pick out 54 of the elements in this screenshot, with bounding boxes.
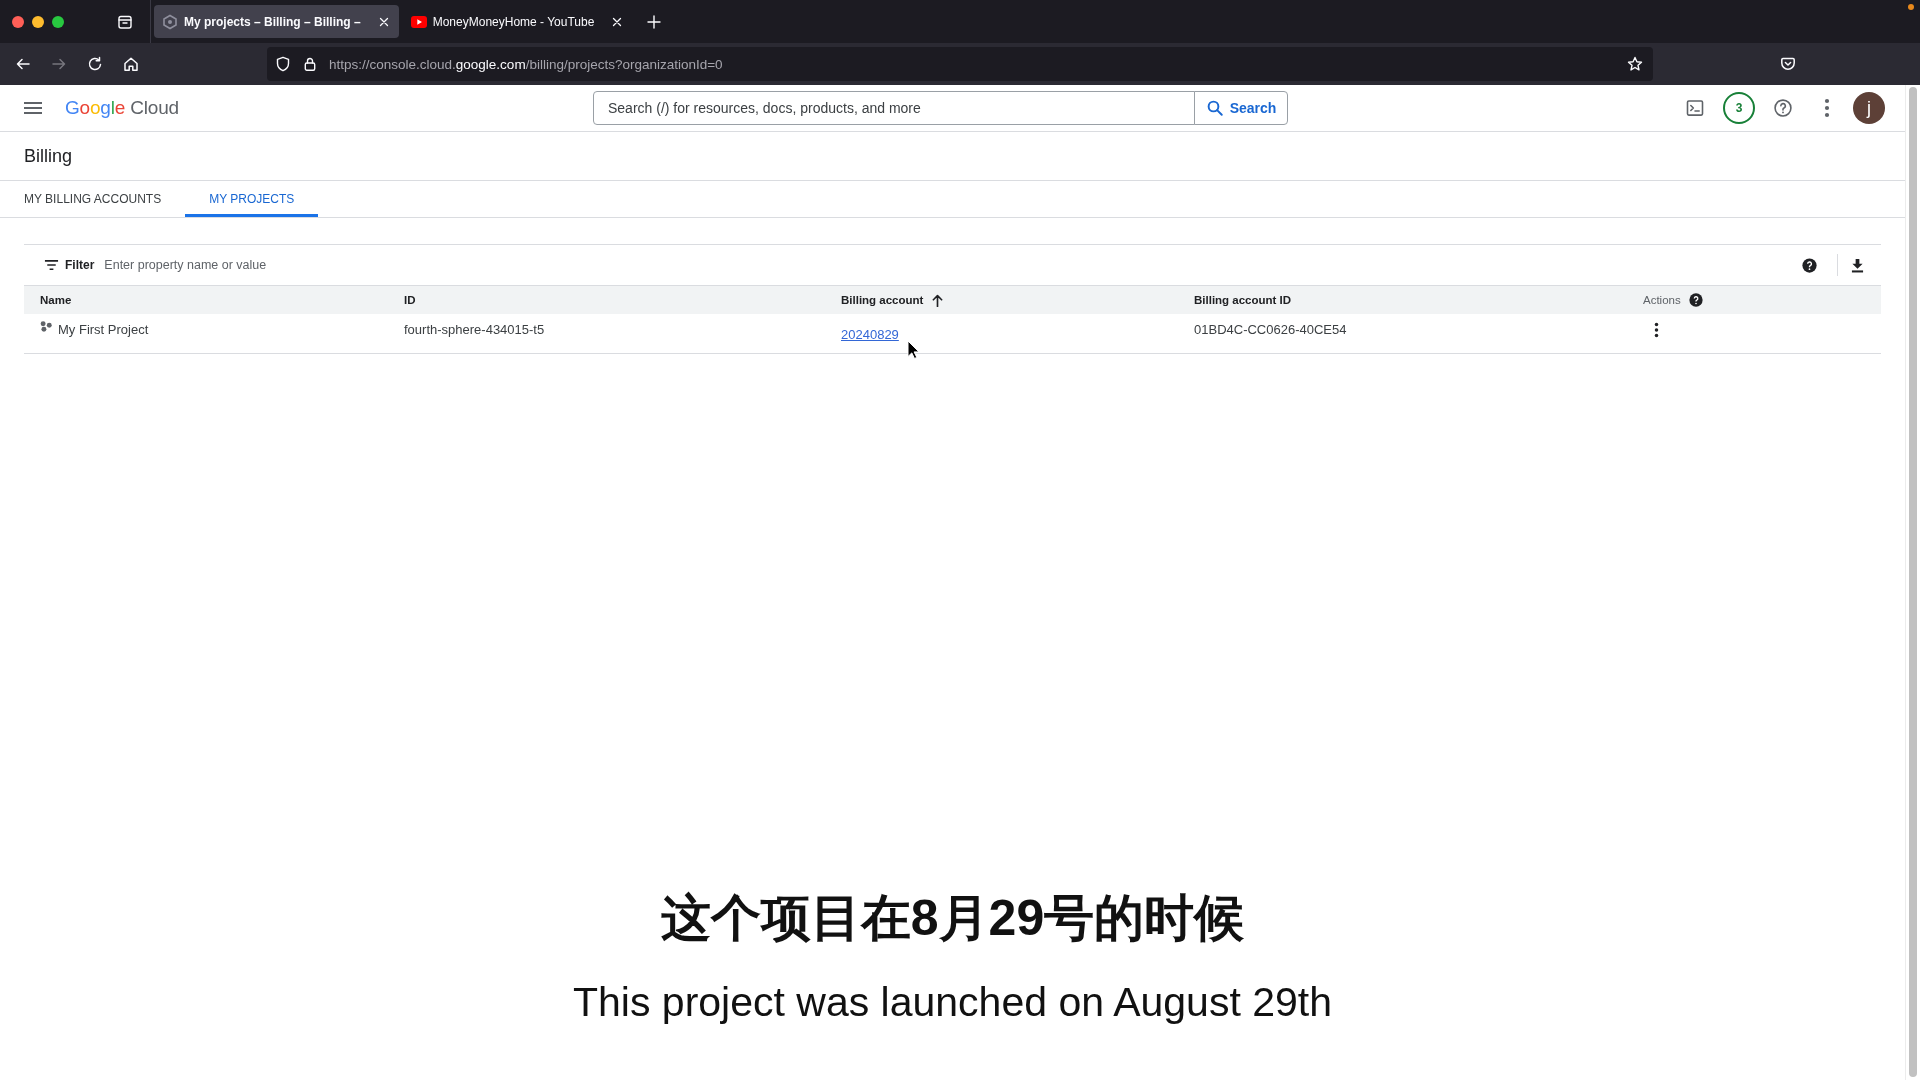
browser-tab[interactable]: My projects – Billing – Billing – xyxy=(154,5,399,38)
column-header[interactable]: Actions xyxy=(1643,294,1681,306)
hexagon-icon xyxy=(162,13,178,30)
close-window-icon[interactable] xyxy=(12,15,24,28)
more-icon[interactable] xyxy=(1654,322,1659,338)
chevron-shield-icon[interactable] xyxy=(1780,56,1796,72)
dot-cluster-icon xyxy=(40,321,53,332)
column-header[interactable]: Billing account xyxy=(841,294,924,306)
minimize-window-icon[interactable] xyxy=(32,15,44,28)
subtitle: 这个项目在8月29号的时候 xyxy=(660,889,1245,948)
address-bar[interactable]: https://console.cloud.google.com/billing/projects?organizationId=0 xyxy=(267,47,1653,81)
scrollbar[interactable] xyxy=(1909,87,1917,1077)
google-cloud-logo[interactable]: Google Cloud xyxy=(65,97,179,119)
tab[interactable]: MY PROJECTS xyxy=(185,181,319,217)
url-text: https://console.cloud.google.com/billing/projects?organizationId=0 xyxy=(329,56,723,72)
star-icon[interactable] xyxy=(1627,56,1643,72)
browser-tab[interactable]: MoneyMoneyHome - YouTube xyxy=(402,5,633,38)
shield-icon[interactable] xyxy=(275,56,291,72)
filter-field[interactable]: Enter property name or value xyxy=(104,258,1802,272)
avatar[interactable]: j xyxy=(1853,92,1885,124)
table-cell: fourth-sphere-434015-t5 xyxy=(404,322,545,337)
page-title: Billing xyxy=(24,145,73,167)
archive-box-icon[interactable] xyxy=(117,13,133,30)
search-icon xyxy=(1205,99,1224,117)
help-icon[interactable] xyxy=(1688,293,1703,307)
lock-icon[interactable] xyxy=(302,56,318,72)
download-icon[interactable] xyxy=(1851,257,1864,273)
filter-label: Filter xyxy=(65,258,95,272)
help-icon[interactable] xyxy=(1773,98,1793,118)
home-icon[interactable] xyxy=(123,56,139,72)
video-play-icon xyxy=(410,13,427,30)
more-icon[interactable] xyxy=(1824,98,1830,118)
billing-account-link[interactable]: 20240829 xyxy=(841,327,899,342)
menu-icon[interactable] xyxy=(24,102,42,114)
subtitle: This project was launched on August 29th xyxy=(573,978,1332,1026)
maximize-window-icon[interactable] xyxy=(52,15,64,28)
column-header[interactable]: Name xyxy=(40,294,72,306)
sort-up-arrow-icon[interactable] xyxy=(932,293,944,307)
search-field[interactable]: Search (/) for resources, docs, products, and more xyxy=(593,91,1195,125)
table-cell: 01BD4C-CC0626-40CE54 xyxy=(1194,322,1347,337)
column-header[interactable]: ID xyxy=(404,294,416,306)
filter-icon[interactable] xyxy=(44,259,59,271)
task-count-button[interactable]: 3 xyxy=(1723,92,1755,124)
back-icon[interactable] xyxy=(15,56,31,72)
terminal-icon[interactable] xyxy=(1685,98,1705,118)
tab[interactable]: MY BILLING ACCOUNTS xyxy=(0,181,186,217)
column-header[interactable]: Billing account ID xyxy=(1194,294,1292,306)
pointer-cursor-icon xyxy=(907,340,919,359)
reload-icon[interactable] xyxy=(87,56,103,72)
plus-icon[interactable] xyxy=(646,13,663,30)
search-button[interactable]: Search xyxy=(1194,91,1288,125)
project-name: My First Project xyxy=(58,322,149,337)
indicator-dot-icon xyxy=(1908,4,1914,10)
help-icon[interactable] xyxy=(1802,257,1817,273)
